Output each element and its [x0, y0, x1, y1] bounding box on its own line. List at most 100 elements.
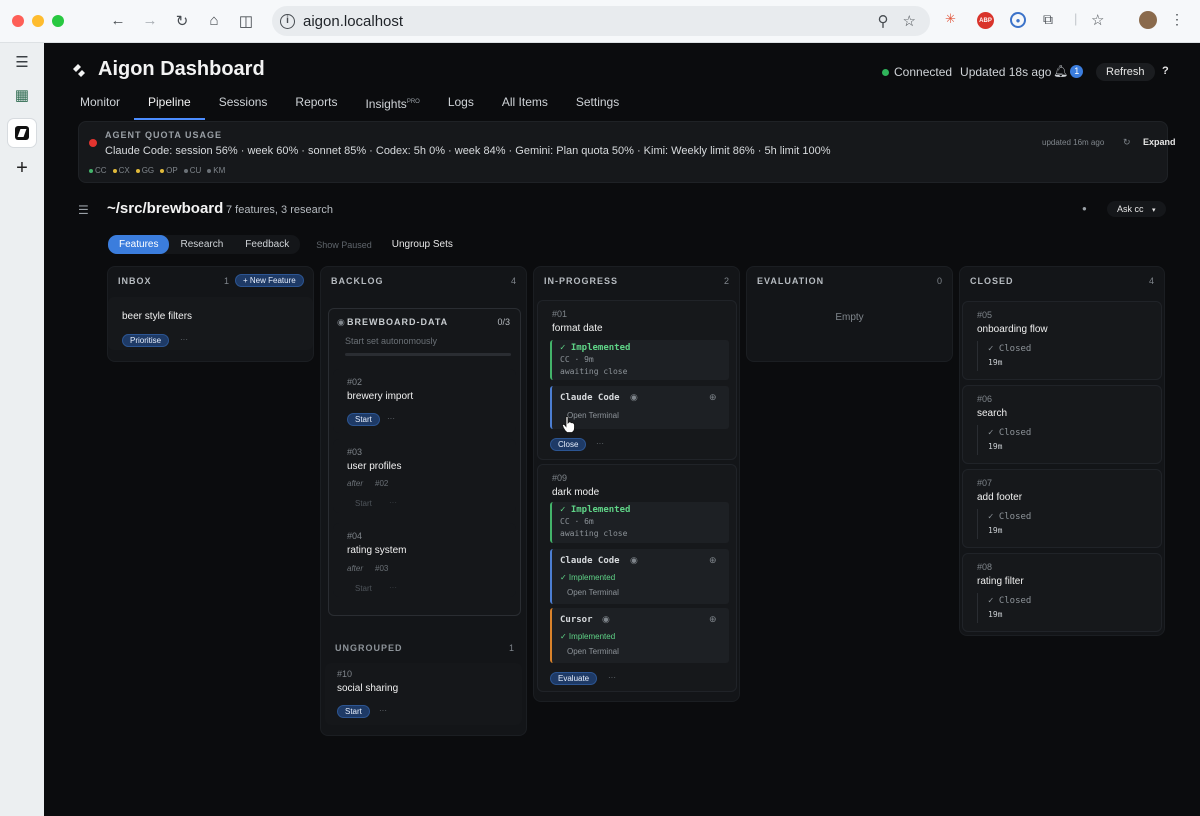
aigon-logo-icon: [73, 64, 85, 77]
adblock-extension-icon[interactable]: ABP: [977, 12, 994, 29]
ungroup-sets-button[interactable]: Ungroup Sets: [392, 239, 453, 250]
tab-features[interactable]: Features: [108, 235, 170, 254]
feature-card[interactable]: #08 rating filter ✓ Closed 19m: [962, 553, 1162, 632]
eye-icon[interactable]: ◉: [602, 614, 610, 625]
tab-research[interactable]: Research: [169, 235, 234, 254]
legend-km: KM: [207, 166, 225, 175]
dashboard-app: Aigon Dashboard Connected Updated 18s ag…: [44, 43, 1200, 816]
awaiting-close-label: awaiting close: [560, 529, 628, 538]
more-options-button[interactable]: ···: [389, 583, 397, 592]
more-options-button[interactable]: ···: [379, 706, 387, 715]
sidebar-toggle-icon[interactable]: ☰: [8, 48, 36, 76]
card-title: social sharing: [337, 683, 399, 694]
set-progress: 0/3: [497, 317, 510, 327]
help-button[interactable]: ?: [1162, 65, 1169, 77]
tab-reports[interactable]: Reports: [281, 94, 351, 120]
aigon-app-icon[interactable]: [8, 119, 36, 147]
bookmark-star-icon[interactable]: ☆: [903, 12, 916, 30]
feature-card[interactable]: #06 search ✓ Closed 19m: [962, 385, 1162, 464]
notifications-button[interactable]: 🔔︎ 1: [1053, 64, 1084, 78]
start-button[interactable]: Start: [337, 705, 370, 718]
feature-card[interactable]: #01 format date ✓ Implemented CC · 9m aw…: [537, 300, 737, 460]
split-view-icon[interactable]: ◫: [230, 12, 262, 30]
quota-refresh-icon[interactable]: ↻: [1123, 137, 1131, 148]
start-set-autonomously-button[interactable]: Start set autonomously: [345, 336, 437, 346]
browser-menu-icon[interactable]: ⋮: [1170, 11, 1184, 28]
tab-insights[interactable]: InsightsPRO: [351, 94, 433, 120]
extension-burst-icon[interactable]: ✳: [945, 11, 956, 27]
bookmarks-star-icon[interactable]: ☆: [1091, 11, 1104, 29]
card-number: #03: [347, 447, 363, 457]
more-options-button[interactable]: ···: [387, 414, 395, 423]
card-number: #01: [552, 309, 568, 319]
close-button[interactable]: Close: [550, 438, 587, 451]
feature-card[interactable]: #09 dark mode ✓ Implemented CC · 6m awai…: [537, 464, 737, 692]
apps-grid-icon[interactable]: ▦: [8, 81, 36, 109]
expand-button[interactable]: Expand: [1143, 137, 1176, 147]
feature-card[interactable]: beer style filters Prioritise ···: [108, 297, 313, 350]
more-options-button[interactable]: ···: [389, 498, 397, 507]
tab-logs[interactable]: Logs: [434, 94, 488, 120]
show-paused-toggle[interactable]: Show Paused: [316, 240, 372, 250]
more-options-button[interactable]: ···: [596, 439, 604, 448]
forward-arrow-icon[interactable]: →: [134, 12, 166, 30]
tab-feedback[interactable]: Feedback: [234, 235, 300, 254]
start-button[interactable]: Start: [347, 413, 380, 426]
back-arrow-icon[interactable]: ←: [102, 12, 134, 30]
refresh-button[interactable]: Refresh: [1096, 63, 1155, 81]
open-terminal-button[interactable]: Open Terminal: [567, 588, 619, 597]
tab-monitor[interactable]: Monitor: [80, 94, 134, 120]
closed-label: ✓ Closed: [988, 512, 1032, 522]
close-window-button[interactable]: [12, 15, 24, 27]
feature-card[interactable]: #04 rating system after #03 Start ···: [333, 523, 516, 597]
closed-status-panel: ✓ Closed 19m: [977, 509, 1155, 539]
bell-icon[interactable]: 🔔︎: [1053, 64, 1068, 78]
url-text[interactable]: aigon.localhost: [303, 13, 403, 30]
evaluate-button[interactable]: Evaluate: [550, 672, 598, 685]
repo-menu-icon[interactable]: ☰: [78, 203, 89, 217]
tab-all-items[interactable]: All Items: [488, 94, 562, 120]
settings-dot-icon[interactable]: ●: [1082, 204, 1087, 213]
eye-icon[interactable]: ◉: [630, 392, 638, 403]
zoom-icon[interactable]: ⚲: [878, 12, 889, 30]
address-bar[interactable]: i aigon.localhost ⚲ ☆: [272, 6, 930, 36]
minimize-window-button[interactable]: [32, 15, 44, 27]
agent-duration: CC · 6m: [560, 517, 594, 526]
prioritise-button[interactable]: Prioritise: [122, 334, 170, 347]
feature-card[interactable]: #05 onboarding flow ✓ Closed 19m: [962, 301, 1162, 380]
tab-settings[interactable]: Settings: [562, 94, 633, 120]
agent-status: ✓ Implemented: [560, 573, 616, 582]
closed-label: ✓ Closed: [988, 428, 1032, 438]
password-extension-icon[interactable]: ●: [1010, 12, 1026, 28]
globe-icon[interactable]: ⊕: [709, 392, 717, 403]
repo-path: ~/src/brewboard: [107, 200, 224, 217]
maximize-window-button[interactable]: [52, 15, 64, 27]
tab-pipeline[interactable]: Pipeline: [134, 94, 205, 120]
more-options-button[interactable]: ···: [608, 673, 616, 682]
add-app-icon[interactable]: +: [8, 154, 36, 182]
legend-cc: CC: [89, 166, 107, 175]
globe-icon[interactable]: ⊕: [709, 614, 717, 625]
feature-card[interactable]: #03 user profiles after #02 Start ···: [333, 439, 516, 513]
site-info-icon[interactable]: i: [280, 13, 295, 29]
feature-card[interactable]: #02 brewery import Start ···: [333, 369, 516, 433]
agent-name: Claude Code: [560, 393, 620, 403]
globe-icon[interactable]: ⊕: [709, 555, 717, 566]
new-feature-button[interactable]: + New Feature: [235, 274, 304, 287]
profile-avatar[interactable]: [1139, 11, 1157, 29]
feature-card[interactable]: #07 add footer ✓ Closed 19m: [962, 469, 1162, 548]
column-count: 2: [723, 276, 729, 286]
open-terminal-button[interactable]: Open Terminal: [567, 647, 619, 656]
set-icon: ◉: [337, 317, 345, 327]
ask-agent-dropdown[interactable]: Ask cc ▾: [1107, 201, 1166, 217]
home-icon[interactable]: ⌂: [198, 12, 230, 30]
more-options-button[interactable]: ···: [180, 335, 188, 344]
extensions-puzzle-icon[interactable]: ⧉: [1043, 11, 1053, 28]
eye-icon[interactable]: ◉: [630, 555, 638, 566]
feature-card[interactable]: #10 social sharing Start ···: [325, 663, 522, 725]
dependency-ref: #02: [375, 479, 389, 488]
dependency-label: after: [347, 479, 364, 488]
column-title: BACKLOG: [331, 276, 384, 286]
reload-icon[interactable]: ↻: [166, 12, 198, 30]
tab-sessions[interactable]: Sessions: [205, 94, 282, 120]
